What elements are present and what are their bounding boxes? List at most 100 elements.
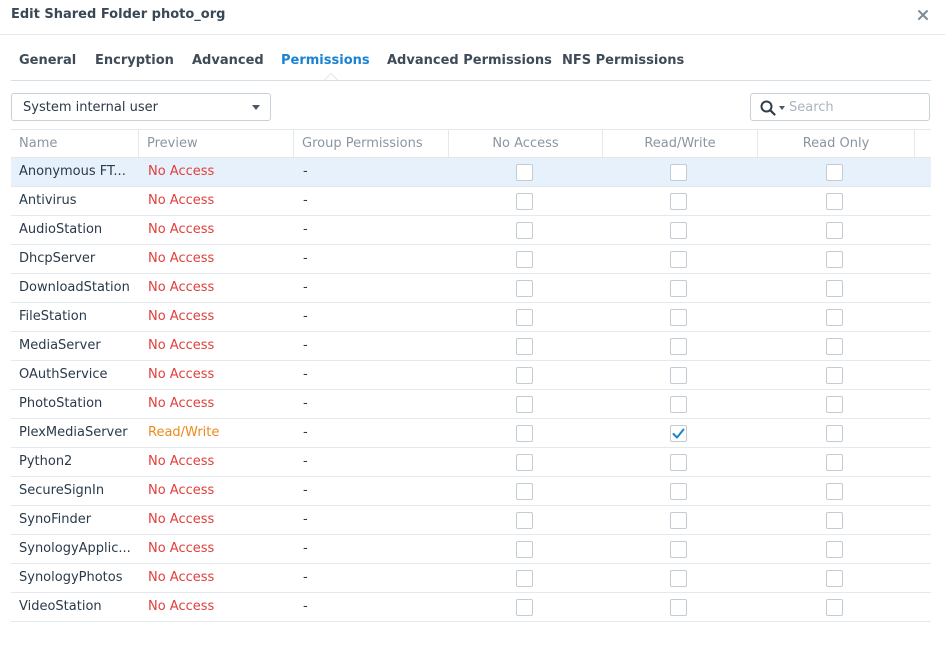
table-row[interactable]: AudioStation No Access - <box>11 216 931 245</box>
search-options-chevron-icon[interactable] <box>779 106 785 110</box>
row-name: SecureSignIn <box>19 483 105 498</box>
row-preview-status: No Access <box>148 570 215 585</box>
tab-permissions[interactable]: Permissions <box>281 53 370 68</box>
checkbox-read-write[interactable] <box>670 309 687 326</box>
checkbox-no-access[interactable] <box>516 396 533 413</box>
checkbox-no-access[interactable] <box>516 454 533 471</box>
checkbox-read-write[interactable] <box>670 251 687 268</box>
table-row[interactable]: SynoFinder No Access - <box>11 506 931 535</box>
checkbox-no-access[interactable] <box>516 599 533 616</box>
table-row[interactable]: SynologyApplic... No Access - <box>11 535 931 564</box>
checkbox-no-access[interactable] <box>516 483 533 500</box>
table-row[interactable]: Python2 No Access - <box>11 448 931 477</box>
checkbox-read-write[interactable] <box>670 396 687 413</box>
table-row[interactable]: FileStation No Access - <box>11 303 931 332</box>
checkbox-read-write[interactable] <box>670 222 687 239</box>
table-row[interactable]: DownloadStation No Access - <box>11 274 931 303</box>
checkbox-read-write[interactable] <box>670 599 687 616</box>
table-row[interactable]: Anonymous FT... No Access - <box>11 158 931 187</box>
checkbox-read-only[interactable] <box>826 396 843 413</box>
column-header-preview[interactable]: Preview <box>139 130 294 158</box>
tab-nfs-permissions[interactable]: NFS Permissions <box>562 53 684 68</box>
row-preview-status: No Access <box>148 251 215 266</box>
checkbox-read-only[interactable] <box>826 570 843 587</box>
close-button[interactable] <box>912 4 934 26</box>
table-row[interactable]: VideoStation No Access - <box>11 593 931 622</box>
user-type-select[interactable]: System internal user <box>11 93 271 121</box>
checkbox-read-only[interactable] <box>826 512 843 529</box>
row-name: DownloadStation <box>19 280 130 295</box>
checkbox-read-only[interactable] <box>826 193 843 210</box>
row-name: DhcpServer <box>19 251 96 266</box>
checkbox-read-only[interactable] <box>826 280 843 297</box>
table-row[interactable]: SynologyPhotos No Access - <box>11 564 931 593</box>
checkbox-no-access[interactable] <box>516 251 533 268</box>
table-row[interactable]: OAuthService No Access - <box>11 361 931 390</box>
row-preview-status: No Access <box>148 396 215 411</box>
tab-general[interactable]: General <box>19 53 76 68</box>
checkbox-no-access[interactable] <box>516 164 533 181</box>
table-row[interactable]: DhcpServer No Access - <box>11 245 931 274</box>
table-row[interactable]: PhotoStation No Access - <box>11 390 931 419</box>
checkbox-read-only[interactable] <box>826 483 843 500</box>
checkbox-read-write[interactable] <box>670 280 687 297</box>
row-name: Anonymous FT... <box>19 164 126 179</box>
checkbox-read-only[interactable] <box>826 222 843 239</box>
table-row[interactable]: SecureSignIn No Access - <box>11 477 931 506</box>
checkbox-read-write[interactable] <box>670 541 687 558</box>
row-name: SynologyPhotos <box>19 570 123 585</box>
checkbox-no-access[interactable] <box>516 512 533 529</box>
checkbox-read-write[interactable] <box>670 425 687 442</box>
search-input[interactable] <box>789 97 924 117</box>
column-header-no-access[interactable]: No Access <box>449 130 603 158</box>
checkbox-read-only[interactable] <box>826 164 843 181</box>
checkbox-read-write[interactable] <box>670 164 687 181</box>
tab-advanced[interactable]: Advanced <box>192 53 264 68</box>
table-row[interactable]: Antivirus No Access - <box>11 187 931 216</box>
checkbox-no-access[interactable] <box>516 222 533 239</box>
checkbox-read-write[interactable] <box>670 367 687 384</box>
checkbox-read-only[interactable] <box>826 367 843 384</box>
tab-encryption[interactable]: Encryption <box>95 53 174 68</box>
checkbox-no-access[interactable] <box>516 570 533 587</box>
checkbox-read-write[interactable] <box>670 570 687 587</box>
row-name: Python2 <box>19 454 73 469</box>
row-name: MediaServer <box>19 338 101 353</box>
column-header-read-only[interactable]: Read Only <box>758 130 915 158</box>
checkbox-read-write[interactable] <box>670 193 687 210</box>
column-header-group-permissions[interactable]: Group Permissions <box>294 130 449 158</box>
column-header-read-write[interactable]: Read/Write <box>603 130 758 158</box>
checkbox-read-only[interactable] <box>826 541 843 558</box>
checkbox-read-only[interactable] <box>826 251 843 268</box>
search-icon[interactable] <box>760 100 776 116</box>
checkbox-no-access[interactable] <box>516 338 533 355</box>
tab-bar: General Encryption Advanced Permissions … <box>11 44 931 81</box>
checkbox-read-only[interactable] <box>826 454 843 471</box>
checkbox-no-access[interactable] <box>516 367 533 384</box>
row-group-permissions: - <box>303 541 308 556</box>
permissions-grid: Name Preview Group Permissions No Access… <box>11 129 931 622</box>
checkbox-read-only[interactable] <box>826 338 843 355</box>
chevron-down-icon <box>252 105 260 110</box>
table-row[interactable]: PlexMediaServer Read/Write - <box>11 419 931 448</box>
checkbox-no-access[interactable] <box>516 309 533 326</box>
row-preview-status: No Access <box>148 541 215 556</box>
column-header-name[interactable]: Name <box>11 130 139 158</box>
checkbox-read-write[interactable] <box>670 512 687 529</box>
row-name: VideoStation <box>19 599 102 614</box>
checkbox-read-only[interactable] <box>826 309 843 326</box>
checkbox-read-only[interactable] <box>826 425 843 442</box>
checkbox-no-access[interactable] <box>516 280 533 297</box>
tab-advanced-permissions[interactable]: Advanced Permissions <box>387 53 552 68</box>
checkbox-no-access[interactable] <box>516 193 533 210</box>
row-preview-status: No Access <box>148 512 215 527</box>
window-title: Edit Shared Folder photo_org <box>11 7 226 22</box>
table-row[interactable]: MediaServer No Access - <box>11 332 931 361</box>
checkbox-no-access[interactable] <box>516 541 533 558</box>
checkbox-read-only[interactable] <box>826 599 843 616</box>
checkbox-read-write[interactable] <box>670 454 687 471</box>
checkbox-no-access[interactable] <box>516 425 533 442</box>
checkbox-read-write[interactable] <box>670 483 687 500</box>
row-preview-status: No Access <box>148 164 215 179</box>
checkbox-read-write[interactable] <box>670 338 687 355</box>
